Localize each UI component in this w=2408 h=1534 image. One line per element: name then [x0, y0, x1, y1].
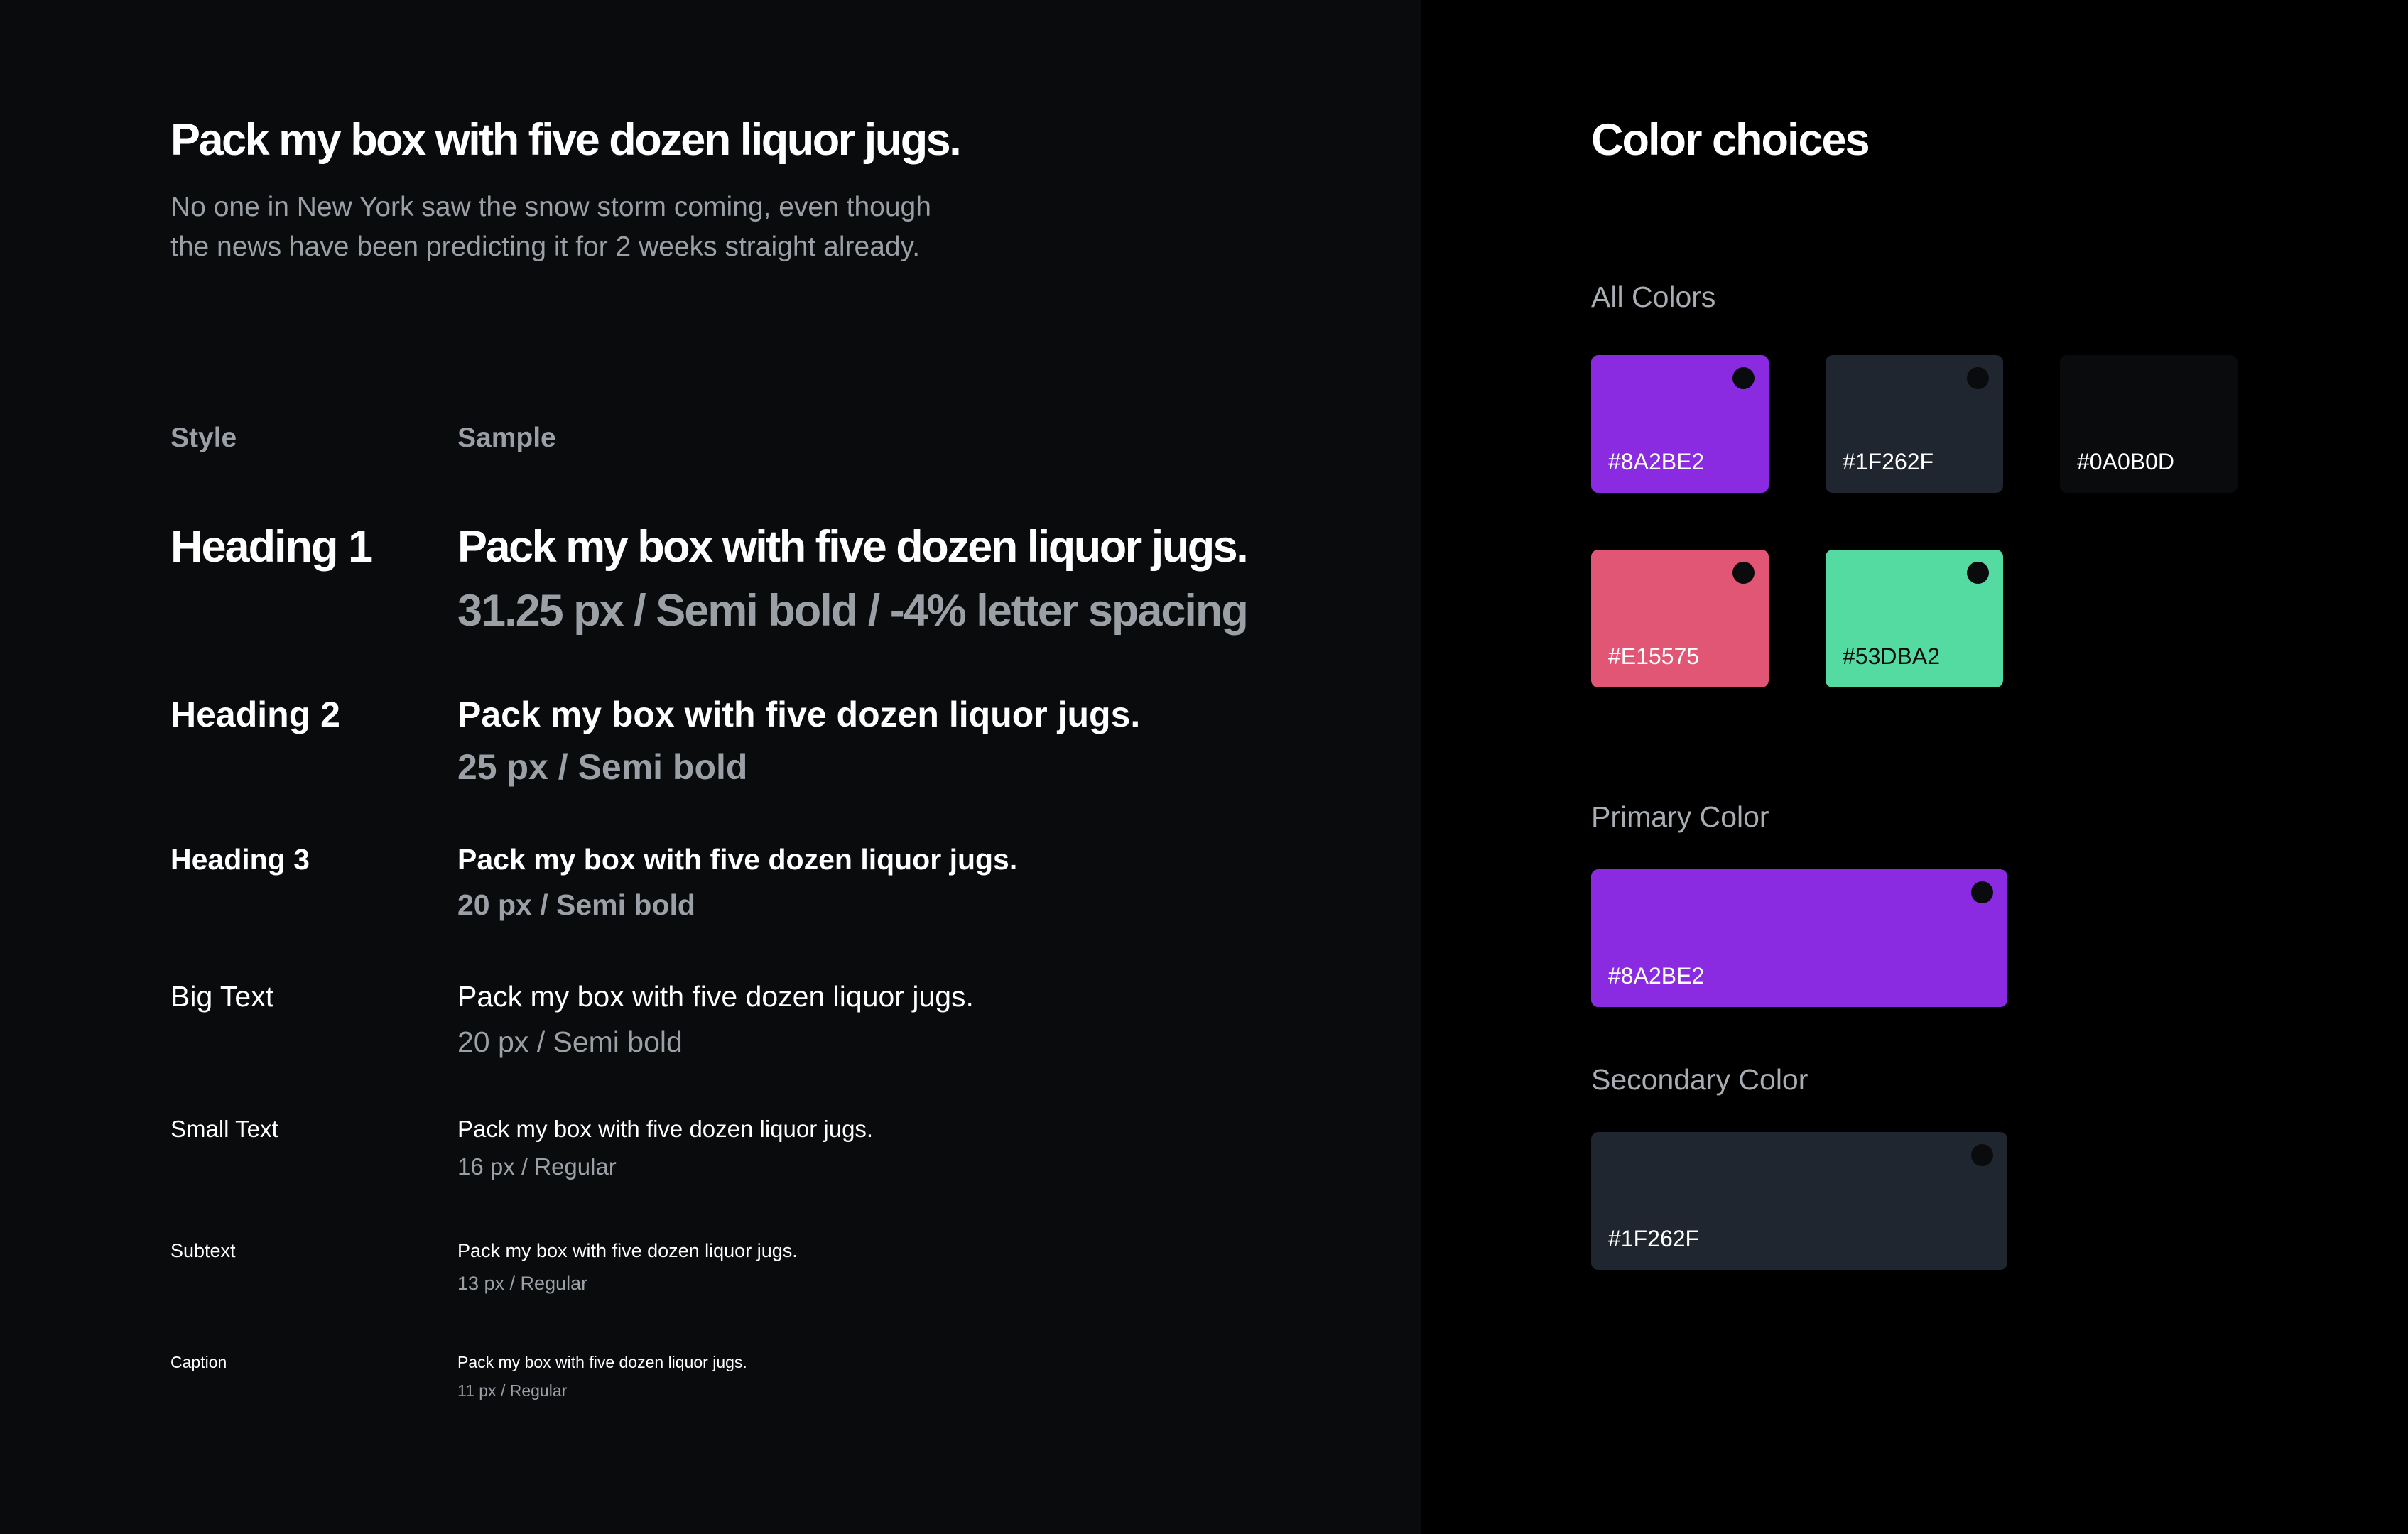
style-guide-page: Pack my box with five dozen liquor jugs.…: [0, 0, 2408, 1534]
sample-text: Pack my box with five dozen liquor jugs.: [457, 695, 1141, 734]
secondary-color-swatch[interactable]: #1F262F: [1591, 1132, 2007, 1270]
color-swatch[interactable]: #53DBA2: [1826, 550, 2003, 687]
column-header-style: Style: [170, 423, 237, 453]
sample-text: Pack my box with five dozen liquor jugs.: [457, 980, 974, 1013]
primary-color-swatch[interactable]: #8A2BE2: [1591, 869, 2007, 1007]
color-panel: Color choices All Colors #8A2BE2 #1F262F…: [1421, 0, 2408, 1534]
swatch-hex: #E15575: [1608, 643, 1700, 669]
column-header-sample: Sample: [457, 423, 556, 453]
sample-cell: Pack my box with five dozen liquor jugs.…: [457, 1349, 747, 1406]
swatch-dot-icon: [1971, 1144, 1993, 1166]
sample-cell: Pack my box with five dozen liquor jugs.…: [457, 515, 1249, 643]
primary-color-label: Primary Color: [1591, 800, 1769, 833]
swatch-hex: #8A2BE2: [1608, 449, 1705, 474]
typography-content: Pack my box with five dozen liquor jugs.…: [170, 114, 1378, 1400]
sample-cell: Pack my box with five dozen liquor jugs.…: [457, 975, 974, 1066]
sample-spec: 31.25 px / Semi bold / -4% letter spacin…: [457, 586, 1249, 636]
sample-cell: Pack my box with five dozen liquor jugs.…: [457, 1236, 798, 1301]
sample-spec: 20 px / Semi bold: [457, 1026, 683, 1058]
sample-cell: Pack my box with five dozen liquor jugs.…: [457, 1111, 873, 1187]
sample-text: Pack my box with five dozen liquor jugs.: [457, 1240, 798, 1261]
color-swatch[interactable]: #E15575: [1591, 550, 1769, 687]
style-name: Heading 2: [170, 695, 340, 734]
sample-spec: 25 px / Semi bold: [457, 747, 748, 787]
swatch-dot-icon: [1732, 367, 1755, 389]
swatch-dot-icon: [1967, 367, 1989, 389]
swatch-hex: #1F262F: [1608, 1226, 1700, 1251]
sample-spec: 20 px / Semi bold: [457, 888, 695, 921]
color-choices-title: Color choices: [1591, 115, 1870, 165]
style-name: Subtext: [170, 1240, 236, 1261]
swatch-hex: #53DBA2: [1843, 643, 1940, 669]
sample-spec: 11 px / Regular: [457, 1381, 568, 1400]
style-name: Heading 1: [170, 522, 373, 572]
intro-description: No one in New York saw the snow storm co…: [170, 192, 931, 262]
swatch-dot-icon: [1971, 881, 1993, 903]
style-name: Heading 3: [170, 843, 310, 876]
type-table-header: Style Sample: [170, 423, 1378, 465]
sample-spec: 16 px / Regular: [457, 1153, 617, 1180]
swatch-dot-icon: [1732, 562, 1755, 584]
sample-cell: Pack my box with five dozen liquor jugs.…: [457, 689, 1140, 794]
secondary-color-label: Secondary Color: [1591, 1063, 1808, 1096]
sample-text: Pack my box with five dozen liquor jugs.: [457, 1116, 874, 1142]
swatch-hex: #1F262F: [1843, 449, 1934, 474]
sample-text: Pack my box with five dozen liquor jugs.: [457, 843, 1018, 876]
swatch-hex: #8A2BE2: [1608, 963, 1705, 989]
style-name: Small Text: [170, 1116, 278, 1142]
color-swatch[interactable]: #1F262F: [1826, 355, 2003, 493]
swatch-hex: #0A0B0D: [2077, 449, 2174, 474]
sample-text: Pack my box with five dozen liquor jugs.: [457, 522, 1249, 572]
swatch-dot-icon: [2201, 367, 2223, 389]
intro-title: Pack my box with five dozen liquor jugs.: [170, 115, 962, 165]
style-name: Big Text: [170, 980, 274, 1013]
color-swatch[interactable]: #0A0B0D: [2060, 355, 2238, 493]
typography-panel: Pack my box with five dozen liquor jugs.…: [0, 0, 1421, 1534]
sample-spec: 13 px / Regular: [457, 1273, 588, 1294]
color-swatch[interactable]: #8A2BE2: [1591, 355, 1769, 493]
sample-cell: Pack my box with five dozen liquor jugs.…: [457, 838, 1017, 929]
sample-text: Pack my box with five dozen liquor jugs.: [457, 1353, 747, 1371]
swatch-dot-icon: [1967, 562, 1989, 584]
all-colors-label: All Colors: [1591, 281, 1716, 313]
style-name: Caption: [170, 1353, 227, 1371]
